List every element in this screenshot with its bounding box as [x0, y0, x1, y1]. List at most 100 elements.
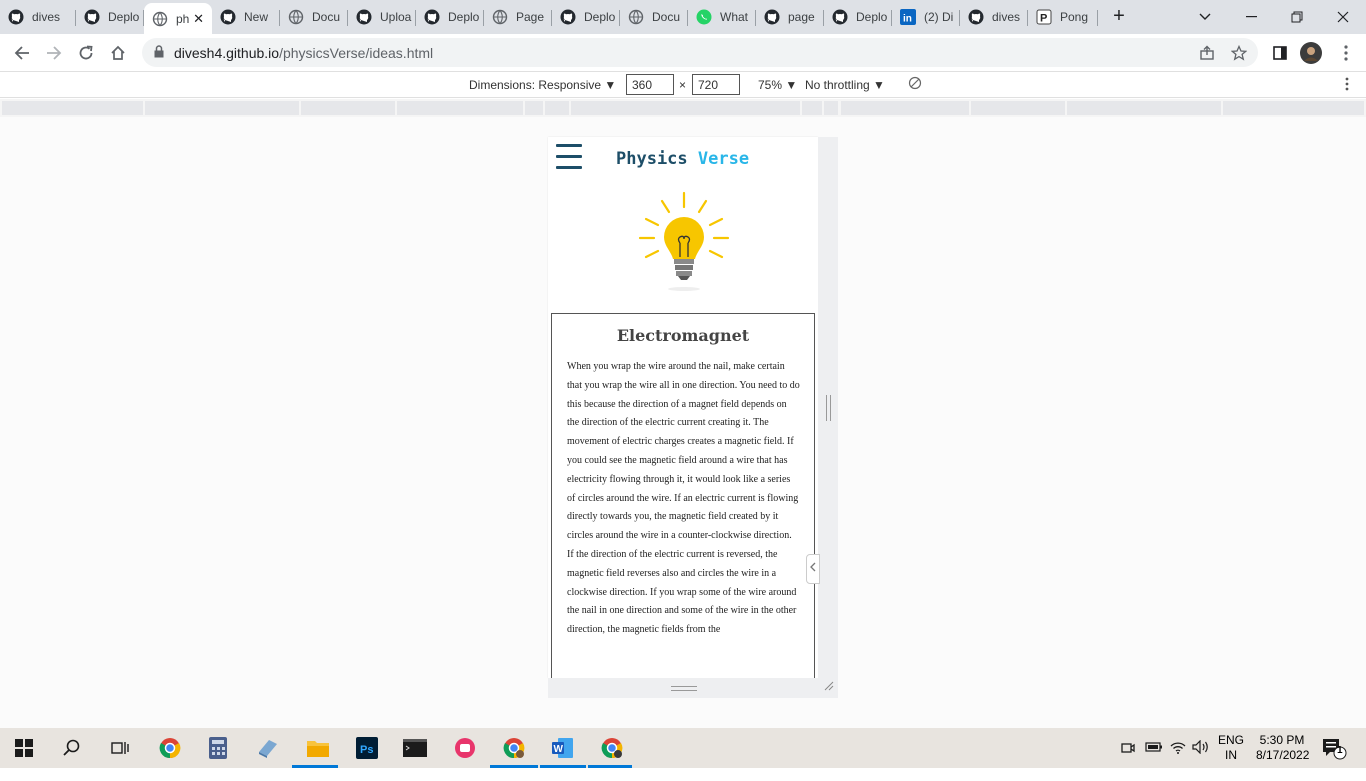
browser-tab[interactable]: Page — [484, 3, 552, 31]
tab-title: Deplo — [108, 10, 140, 24]
windows-taskbar: Ps W ENG IN 5:30 PM 8/17/2022 1 — [0, 728, 1366, 768]
tab-title: Docu — [652, 10, 681, 24]
browser-tab[interactable]: Deplo — [552, 3, 620, 31]
calculator-icon[interactable] — [206, 736, 230, 760]
tab-title: What — [720, 10, 749, 24]
task-view-icon[interactable] — [108, 736, 132, 760]
browser-tab[interactable]: ph ✕ — [144, 3, 212, 34]
browser-tab[interactable]: New — [212, 3, 280, 31]
tab-title: Uploa — [380, 10, 412, 24]
tab-strip: dives Deplo ph ✕ New Docu Uploa Deplo Page Deplo D… — [0, 0, 1366, 34]
chrome-profile-icon[interactable] — [502, 736, 526, 760]
resize-corner-icon[interactable] — [824, 681, 834, 694]
rotate-icon[interactable] — [908, 76, 922, 93]
linkedin-icon: in — [900, 9, 916, 25]
github-icon — [8, 9, 24, 25]
volume-icon[interactable] — [1192, 739, 1210, 780]
github-icon — [832, 9, 848, 25]
close-window-icon[interactable] — [1320, 0, 1366, 34]
collapse-chevron-icon[interactable] — [806, 554, 820, 584]
photoshop-icon[interactable]: Ps — [355, 736, 379, 760]
card-title: Electromagnet — [616, 326, 750, 345]
github-icon — [356, 9, 372, 25]
share-icon[interactable] — [1198, 44, 1216, 62]
media-app-icon[interactable] — [453, 736, 477, 760]
notification-count: 1 — [1337, 745, 1343, 756]
chrome-taskbar-icon[interactable] — [158, 736, 182, 760]
device-frame: Physics Verse Electromagnet When you wra… — [548, 137, 818, 678]
chrome-menu-icon[interactable] — [1334, 41, 1358, 65]
browser-tab[interactable]: What — [688, 3, 756, 31]
globe-icon — [288, 9, 304, 25]
tab-title: Deplo — [856, 10, 888, 24]
paint3d-icon[interactable] — [256, 736, 280, 760]
browser-tab[interactable]: Deplo — [824, 3, 892, 31]
language-indicator[interactable]: ENG IN — [1218, 733, 1244, 773]
svg-text:in: in — [903, 14, 912, 25]
page-icon: P — [1036, 9, 1052, 25]
browser-tab[interactable]: dives — [960, 3, 1028, 31]
browser-tab[interactable]: dives — [0, 3, 76, 31]
chrome-profile2-icon[interactable] — [600, 736, 624, 760]
dimensions-dropdown[interactable]: Dimensions: Responsive ▼ — [469, 78, 616, 92]
back-arrow-icon[interactable] — [10, 41, 34, 65]
battery-icon[interactable] — [1145, 741, 1163, 781]
browser-tab[interactable]: P Pong — [1028, 3, 1098, 31]
tab-title: Deplo — [584, 10, 616, 24]
wifi-icon[interactable] — [1170, 740, 1186, 780]
tab-title: Docu — [312, 10, 341, 24]
meet-now-icon[interactable] — [1120, 740, 1136, 780]
tab-title: New — [244, 10, 269, 24]
forward-arrow-icon[interactable] — [42, 41, 66, 65]
file-explorer-icon[interactable] — [306, 736, 330, 760]
notification-icon[interactable]: 1 — [1322, 738, 1348, 778]
side-panel-icon[interactable] — [1268, 41, 1292, 65]
site-logo[interactable]: Physics Verse — [616, 149, 749, 169]
resize-handle-right[interactable] — [818, 137, 838, 678]
tab-search-icon[interactable] — [1182, 0, 1228, 34]
word-icon[interactable]: W — [551, 736, 575, 760]
width-input[interactable]: 360 — [626, 74, 674, 95]
new-tab-button[interactable]: + — [1106, 5, 1132, 29]
tab-title: Pong — [1060, 10, 1089, 24]
clock[interactable]: 5:30 PM 8/17/2022 — [1256, 733, 1309, 773]
resize-handle-bottom[interactable] — [548, 678, 838, 698]
device-options-icon[interactable] — [1345, 77, 1349, 94]
github-icon — [968, 9, 984, 25]
throttling-dropdown[interactable]: No throttling ▼ — [805, 78, 885, 92]
browser-tab[interactable]: Deplo — [416, 3, 484, 31]
svg-text:P: P — [1040, 13, 1047, 25]
github-icon — [424, 9, 440, 25]
browser-tab[interactable]: Docu — [280, 3, 348, 31]
bookmark-star-icon[interactable] — [1230, 44, 1248, 62]
lightbulb-icon — [638, 191, 730, 291]
minimize-icon[interactable] — [1228, 0, 1274, 34]
zoom-dropdown[interactable]: 75% ▼ — [758, 78, 797, 92]
globe-icon — [628, 9, 644, 25]
media-query-bar[interactable] — [0, 99, 1366, 117]
profile-avatar[interactable] — [1299, 41, 1323, 65]
windows-start-icon[interactable] — [12, 736, 36, 760]
terminal-icon[interactable] — [403, 736, 427, 760]
url-text: divesh4.github.io/physicsVerse/ideas.htm… — [174, 45, 434, 61]
browser-tab[interactable]: in (2) Di — [892, 3, 960, 31]
card-body-text: When you wrap the wire around the nail, … — [567, 361, 800, 636]
tab-title: Page — [516, 10, 545, 24]
search-icon[interactable] — [60, 736, 84, 760]
github-icon — [764, 9, 780, 25]
home-icon[interactable] — [106, 41, 130, 65]
reload-icon[interactable] — [74, 41, 98, 65]
browser-tab[interactable]: Docu — [620, 3, 688, 31]
tab-title: dives — [992, 10, 1021, 24]
browser-tab[interactable]: Uploa — [348, 3, 416, 31]
close-tab-icon[interactable]: ✕ — [193, 11, 204, 27]
browser-tab[interactable]: Deplo — [76, 3, 144, 31]
address-bar[interactable]: divesh4.github.io/physicsVerse/ideas.htm… — [142, 38, 1258, 67]
browser-tab[interactable]: page — [756, 3, 824, 31]
device-toolbar: Dimensions: Responsive ▼ 360 × 720 75% ▼… — [0, 72, 1366, 98]
restore-icon[interactable] — [1274, 0, 1320, 34]
hamburger-menu-icon[interactable] — [556, 144, 582, 170]
github-icon — [560, 9, 576, 25]
tab-title: Deplo — [448, 10, 480, 24]
height-input[interactable]: 720 — [692, 74, 740, 95]
